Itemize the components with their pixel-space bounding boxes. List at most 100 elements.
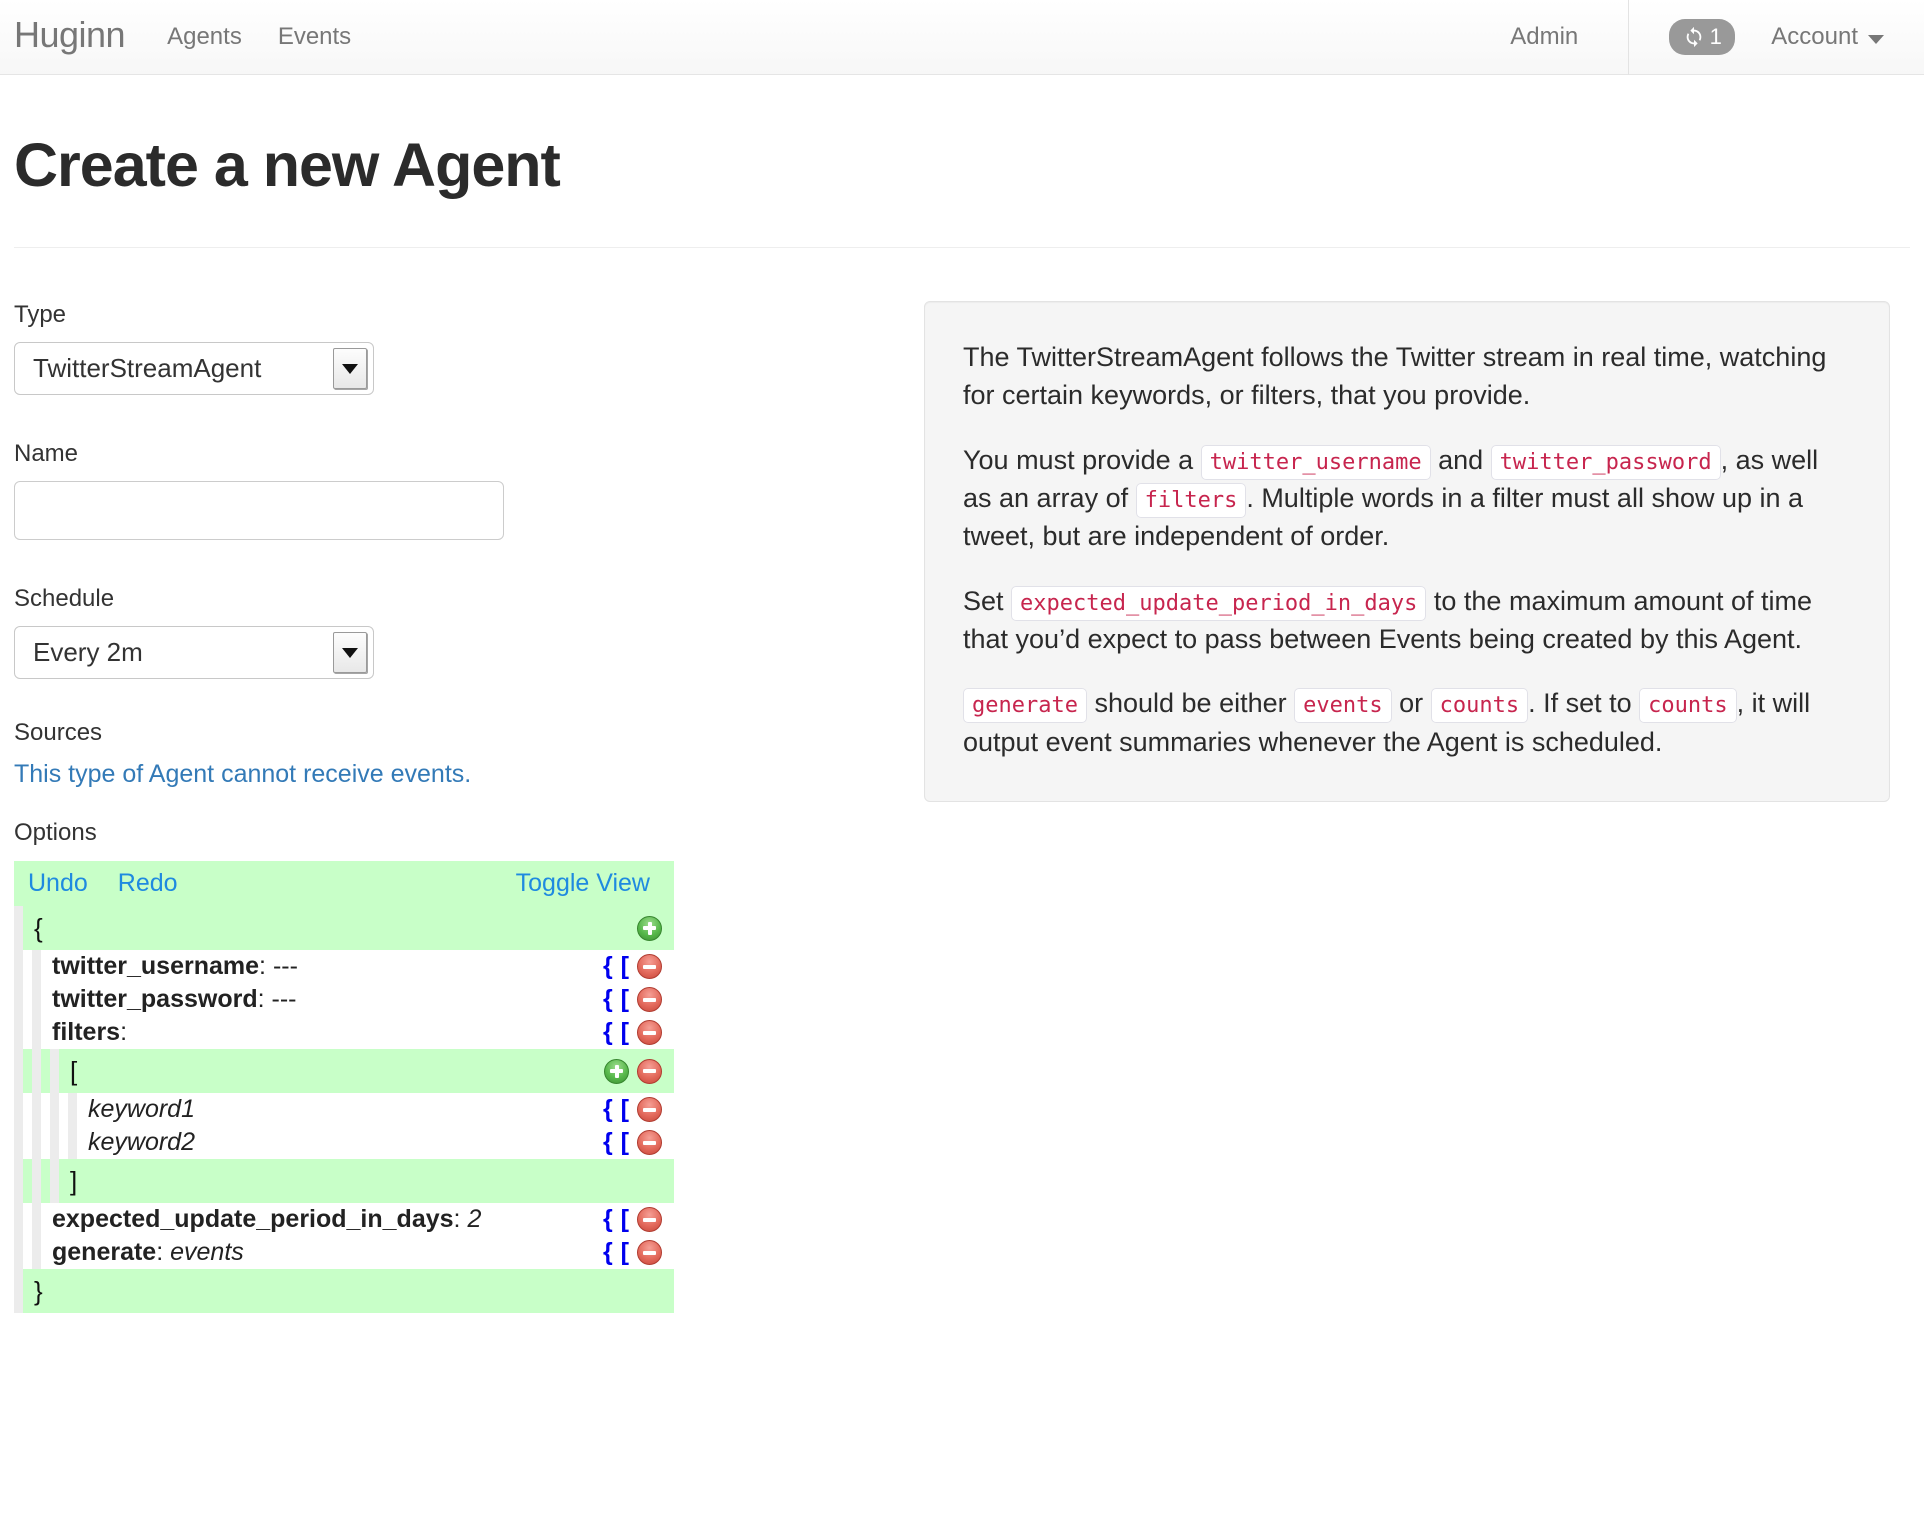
json-options-editor: Undo Redo Toggle View { twitter_username… [14,861,674,1314]
wrap-object-button[interactable]: { [603,1020,613,1045]
json-close-bracket: ] [70,1166,78,1197]
json-row-open-bracket: [ [14,1049,674,1094]
schedule-select[interactable]: Every 2m [14,626,374,680]
name-input[interactable] [14,481,504,541]
wrap-object-button[interactable]: { [603,1240,613,1265]
wrap-object-button[interactable]: { [603,1207,613,1232]
indent-guide [14,1093,23,1127]
description-text: should be either [1086,688,1295,719]
indent-guide [14,1016,23,1050]
add-icon[interactable] [637,915,662,941]
navbar-divider [1628,0,1630,75]
json-editor-toolbar: Undo Redo Toggle View [14,861,674,907]
indent-guide [32,1236,41,1270]
json-pair: twitter_username: --- [52,952,298,981]
code-counts-2: counts [1639,688,1737,724]
brand-logo[interactable]: Huginn [14,17,126,57]
wrap-object-button[interactable]: { [603,1130,613,1155]
remove-icon[interactable] [637,1240,662,1266]
redo-button[interactable]: Redo [118,869,178,898]
code-twitter-password: twitter_password [1490,444,1721,480]
indent-guide [32,1049,41,1094]
indent-guide [50,1126,59,1160]
wrap-array-button[interactable]: [ [621,1240,629,1265]
json-open-bracket: [ [70,1056,78,1087]
json-key: generate [52,1238,157,1267]
description-text: Set [963,585,1012,616]
nav-account-dropdown[interactable]: Account [1771,25,1924,49]
agent-description-panel: The TwitterStreamAgent follows the Twitt… [924,301,1890,802]
remove-icon[interactable] [637,987,662,1013]
json-key: twitter_password [52,985,258,1014]
type-field-label: Type [14,301,67,329]
description-text: The TwitterStreamAgent follows the Twitt… [963,342,1827,411]
json-value: events [170,1238,244,1267]
json-key: filters [52,1018,121,1047]
indent-guide [14,1236,23,1270]
indent-guide [32,1159,41,1204]
remove-icon[interactable] [637,1130,662,1156]
indent-guide [14,1049,23,1094]
top-navbar: Huginn Agents Events Admin 1 Account [0,0,1924,75]
indent-guide [68,1126,77,1160]
code-events: events [1294,688,1392,724]
wrap-object-button[interactable]: { [603,954,613,979]
undo-button[interactable]: Undo [28,869,88,898]
wrap-array-button[interactable]: [ [621,1207,629,1232]
agent-description-column: The TwitterStreamAgent follows the Twitt… [744,301,1910,1313]
json-value: --- [271,985,297,1014]
json-value: 2 [467,1205,482,1234]
json-row-twitter-password: twitter_password: --- { [ [14,983,674,1017]
remove-icon[interactable] [637,1097,662,1123]
json-row-open-brace: { [14,906,674,951]
navbar-right-group: Admin 1 Account [1490,0,1924,75]
agent-form-column: Type TwitterStreamAgent Name Schedule Ev… [14,301,744,1314]
remove-icon[interactable] [637,1058,662,1084]
description-paragraph-3: Set expected_update_period_in_days to th… [963,582,1851,659]
worker-status-count: 1 [1709,24,1722,49]
row-actions: { [ [603,954,674,980]
wrap-object-button[interactable]: { [603,1097,613,1122]
add-icon[interactable] [604,1058,629,1084]
indent-guide [50,1093,59,1127]
indent-guide [32,983,41,1017]
remove-icon[interactable] [637,1207,662,1233]
wrap-array-button[interactable]: [ [621,954,629,979]
description-paragraph-4: generate should be either events or coun… [963,684,1851,761]
wrap-array-button[interactable]: [ [621,1020,629,1045]
wrap-array-button[interactable]: [ [621,987,629,1012]
nav-link-admin[interactable]: Admin [1490,25,1628,49]
title-divider [14,247,1910,249]
json-array-item: keyword2 [88,1128,195,1157]
row-actions: { [ [603,1240,674,1266]
page-container: Create a new Agent Type TwitterStreamAge… [0,131,1924,1314]
code-twitter-username: twitter_username [1200,444,1431,480]
code-generate: generate [963,688,1087,724]
indent-guide [32,950,41,984]
json-row-close-bracket: ] [14,1159,674,1204]
page-title: Create a new Agent [14,131,561,199]
json-row-keyword1: keyword1 { [ [14,1093,674,1127]
remove-icon[interactable] [637,1020,662,1046]
code-expected-update-period: expected_update_period_in_days [1011,585,1427,621]
remove-icon[interactable] [637,954,662,980]
schedule-select-wrapper: Every 2m [14,626,374,680]
nav-link-events[interactable]: Events [278,25,351,49]
wrap-array-button[interactable]: [ [621,1097,629,1122]
row-actions [604,1058,674,1084]
worker-status-badge[interactable]: 1 [1669,19,1736,55]
json-key: expected_update_period_in_days [52,1205,454,1234]
toggle-view-button[interactable]: Toggle View [516,869,650,898]
sources-field-label: Sources [14,719,103,747]
json-value: --- [272,952,298,981]
wrap-array-button[interactable]: [ [621,1130,629,1155]
nav-link-agents[interactable]: Agents [167,25,242,49]
code-filters: filters [1135,483,1247,519]
indent-guide [14,983,23,1017]
options-field-label: Options [14,819,97,847]
row-actions [637,915,674,941]
code-counts: counts [1430,688,1529,724]
wrap-object-button[interactable]: { [603,987,613,1012]
type-select[interactable]: TwitterStreamAgent [14,342,374,396]
type-select-wrapper: TwitterStreamAgent [14,342,374,396]
